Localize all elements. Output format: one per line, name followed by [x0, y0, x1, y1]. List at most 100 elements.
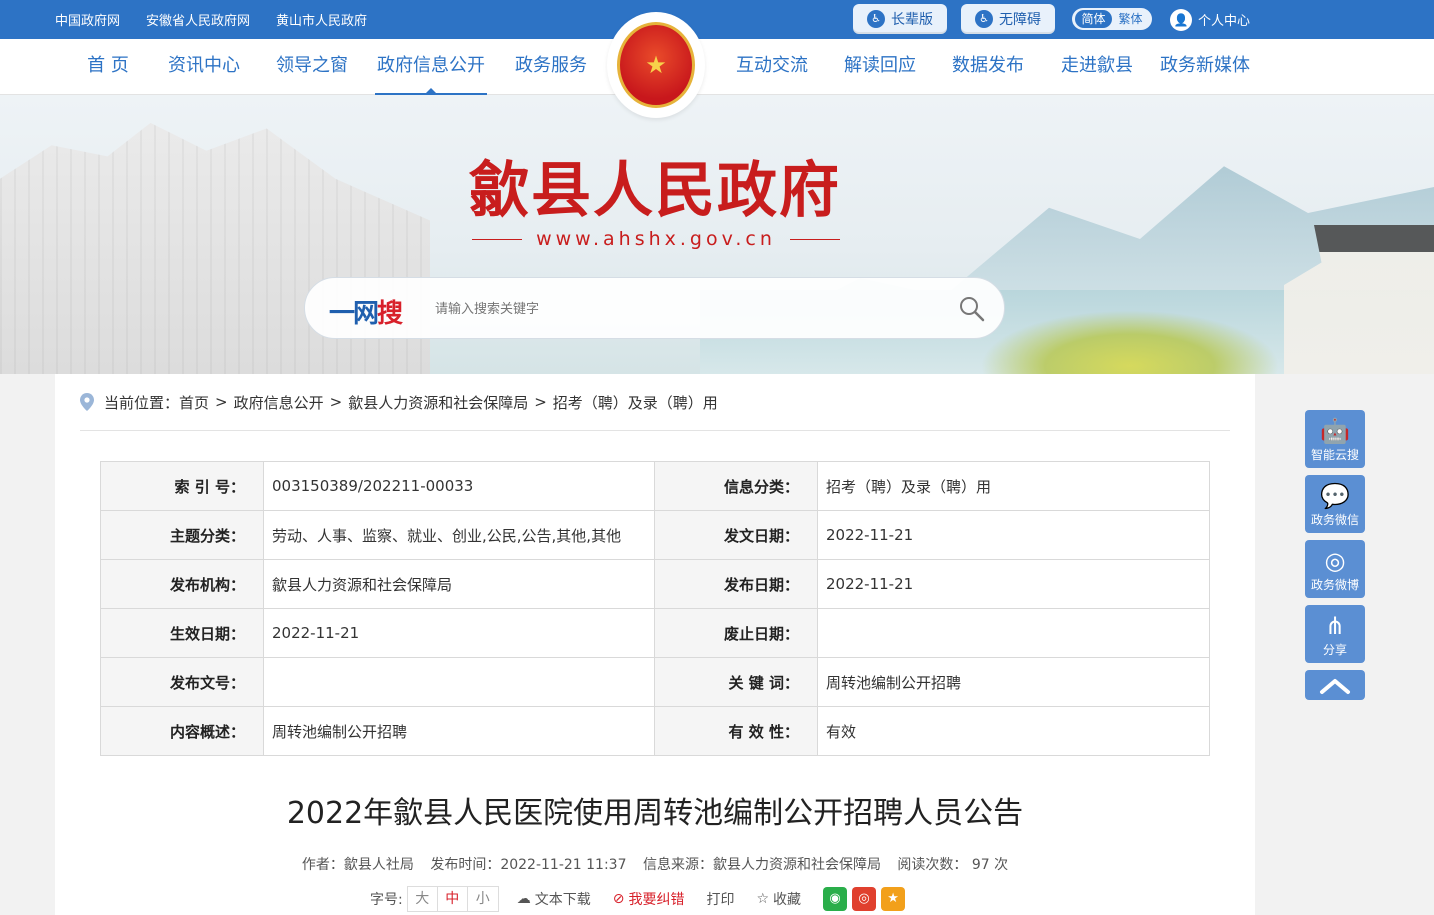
table-row: 内容概述： 周转池编制公开招聘 有 效 性： 有效 — [100, 706, 1210, 756]
nav-about-shexian[interactable]: 走进歙县 — [1058, 39, 1136, 95]
nav-interpretation[interactable]: 解读回应 — [841, 39, 919, 95]
breadcrumb-home[interactable]: 首页 — [179, 392, 209, 413]
back-to-top-button[interactable] — [1305, 670, 1365, 700]
nav-info-disclosure[interactable]: 政府信息公开 — [375, 39, 487, 95]
breadcrumb-info-disclosure[interactable]: 政府信息公开 — [234, 392, 324, 413]
user-icon: 👤 — [1170, 8, 1192, 31]
star-icon[interactable]: ★ — [881, 887, 906, 911]
meta-key: 生效日期： — [100, 608, 264, 658]
article-info: 作者：歙县人社局 发布时间：2022-11-21 11:37 信息来源：歙县人力… — [55, 854, 1255, 874]
meta-value: 周转池编制公开招聘 — [817, 657, 1210, 707]
link-gov-cn[interactable]: 中国政府网 — [55, 10, 120, 29]
side-wechat[interactable]: 💬 政务微信 — [1305, 475, 1365, 533]
site-url-text: www.ahshx.gov.cn — [536, 228, 776, 250]
meta-value: 招考（聘）及录（聘）用 — [817, 461, 1210, 511]
favorite-button[interactable]: ☆ 收藏 — [756, 889, 801, 909]
font-size-large[interactable]: 大 — [408, 887, 438, 911]
meta-key: 有 效 性： — [654, 706, 818, 756]
search-brand-part2: 搜 — [377, 299, 403, 329]
meta-value: 歙县人力资源和社会保障局 — [263, 559, 655, 609]
star-outline-icon: ☆ — [756, 891, 770, 907]
nav-news[interactable]: 资讯中心 — [165, 39, 243, 95]
search-icon[interactable] — [957, 294, 987, 324]
meta-key: 关 键 词： — [654, 657, 818, 707]
print-label: 打印 — [706, 892, 735, 908]
weibo-icon[interactable]: ◎ — [852, 887, 877, 911]
metadata-table: 索 引 号： 003150389/202211-00033 信息分类： 招考（聘… — [100, 461, 1210, 756]
meta-value: 有效 — [817, 706, 1210, 756]
emblem-icon: ★ — [617, 22, 695, 108]
article-title: 2022年歙县人民医院使用周转池编制公开招聘人员公告 — [286, 796, 1024, 831]
article-time: 发布时间：2022-11-21 11:37 — [430, 857, 627, 873]
nav-leaders[interactable]: 领导之窗 — [274, 39, 350, 95]
meta-value — [817, 608, 1210, 658]
url-right-line — [790, 238, 840, 240]
language-toggle: 简体 繁体 — [1072, 8, 1152, 30]
breadcrumb: 当前位置： 首页 > 政府信息公开 > 歙县人力资源和社会保障局 > 招考（聘）… — [80, 390, 718, 414]
meta-value: 003150389/202211-00033 — [263, 461, 655, 511]
flower-field-illustration — [980, 310, 1280, 374]
table-row: 发布机构： 歙县人力资源和社会保障局 发布日期： 2022-11-21 — [100, 559, 1210, 609]
font-size-label: 字号: — [370, 892, 403, 908]
meta-key: 主题分类： — [100, 510, 264, 560]
download-button[interactable]: ☁ 文本下载 — [517, 889, 591, 909]
meta-value: 周转池编制公开招聘 — [263, 706, 655, 756]
accessibility-button[interactable]: ♿ 无障碍 — [961, 4, 1055, 34]
side-share-label: 分享 — [1322, 643, 1347, 657]
url-left-line — [472, 238, 522, 240]
share-icon: ⋔ — [1324, 612, 1346, 640]
font-size-medium[interactable]: 中 — [438, 887, 468, 911]
search-brand: 一网搜 — [329, 293, 403, 330]
meta-key: 发布文号： — [100, 657, 264, 707]
search-box: 一网搜 — [304, 277, 1005, 339]
user-center-label: 个人中心 — [1198, 14, 1251, 29]
main-nav: 首 页 资讯中心 领导之窗 政府信息公开 政务服务 互动交流 解读回应 数据发布… — [0, 39, 1434, 95]
favorite-label: 收藏 — [773, 892, 802, 908]
site-title: 歙县人民政府 — [469, 156, 841, 226]
meta-key: 信息分类： — [654, 461, 818, 511]
elderly-icon: ♿ — [867, 10, 885, 28]
side-weibo[interactable]: ◎ 政务微博 — [1305, 540, 1365, 598]
article-tools: 字号: 大 中 小 ☁ 文本下载 ⊘ 我要纠错 打印 ☆ 收藏 ◉ ◎ ★ — [370, 885, 910, 913]
user-center-link[interactable]: 👤 个人中心 — [1170, 0, 1250, 39]
breadcrumb-separator: > — [534, 393, 547, 411]
table-row: 发布文号： 关 键 词： 周转池编制公开招聘 — [100, 657, 1210, 707]
nav-home[interactable]: 首 页 — [85, 39, 131, 95]
side-smart-search[interactable]: 🤖 智能云搜 — [1305, 410, 1365, 468]
lang-simplified[interactable]: 简体 — [1075, 10, 1112, 28]
side-share[interactable]: ⋔ 分享 — [1305, 605, 1365, 663]
elder-mode-label: 长辈版 — [891, 12, 933, 28]
meta-key: 索 引 号： — [100, 461, 264, 511]
link-anhui-gov[interactable]: 安徽省人民政府网 — [146, 10, 250, 29]
meta-key: 发文日期： — [654, 510, 818, 560]
print-button[interactable]: 打印 — [706, 889, 734, 909]
lang-traditional[interactable]: 繁体 — [1112, 10, 1149, 28]
breadcrumb-label: 当前位置： — [104, 393, 180, 412]
nav-services[interactable]: 政务服务 — [513, 39, 589, 95]
search-brand-part1: 一网 — [329, 299, 379, 329]
search-input[interactable] — [435, 294, 935, 324]
meta-key: 内容概述： — [100, 706, 264, 756]
robot-icon: 🤖 — [1320, 417, 1350, 445]
meta-key: 发布日期： — [654, 559, 818, 609]
meta-value: 劳动、人事、监察、就业、创业,公民,公告,其他,其他 — [263, 510, 655, 560]
download-label: 文本下载 — [534, 892, 591, 908]
wechat-icon[interactable]: ◉ — [823, 887, 848, 911]
chevron-up-icon — [1320, 679, 1350, 694]
top-links: 中国政府网 安徽省人民政府网 黄山市人民政府 — [55, 0, 367, 39]
link-huangshan-gov[interactable]: 黄山市人民政府 — [276, 10, 367, 29]
report-error-button[interactable]: ⊘ 我要纠错 — [613, 889, 685, 909]
national-emblem[interactable]: ★ — [607, 12, 705, 118]
report-error-label: 我要纠错 — [628, 892, 685, 908]
elder-mode-button[interactable]: ♿ 长辈版 — [853, 4, 947, 34]
nav-interaction[interactable]: 互动交流 — [734, 39, 810, 95]
font-size-selector: 大 中 小 — [406, 886, 499, 912]
breadcrumb-recruitment[interactable]: 招考（聘）及录（聘）用 — [553, 392, 718, 413]
nav-new-media[interactable]: 政务新媒体 — [1158, 39, 1252, 95]
breadcrumb-bureau[interactable]: 歙县人力资源和社会保障局 — [348, 392, 528, 413]
content-panel: 当前位置： 首页 > 政府信息公开 > 歙县人力资源和社会保障局 > 招考（聘）… — [55, 374, 1255, 915]
font-size-small[interactable]: 小 — [468, 887, 498, 911]
meta-value: 2022-11-21 — [817, 559, 1210, 609]
accessibility-label: 无障碍 — [999, 12, 1041, 28]
nav-data[interactable]: 数据发布 — [949, 39, 1027, 95]
